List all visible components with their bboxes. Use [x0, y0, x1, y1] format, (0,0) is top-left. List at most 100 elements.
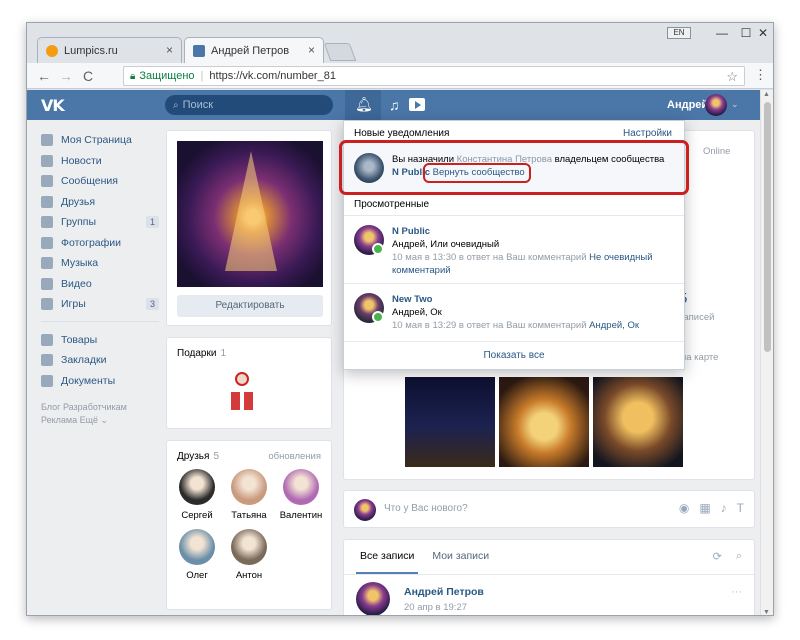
friend-avatar	[231, 469, 267, 505]
news-icon	[41, 154, 53, 167]
tab-close-icon[interactable]: ×	[166, 43, 173, 57]
sidebar-item-label: Закладки	[61, 354, 107, 367]
search-input[interactable]: ⌕ Поиск	[165, 95, 333, 115]
vk-logo[interactable]: VK	[41, 96, 65, 115]
tab-lumpics[interactable]: Lumpics.ru ×	[37, 37, 182, 63]
gifts-title[interactable]: Подарки 1	[177, 348, 226, 359]
bell-icon: 🔔︎	[355, 96, 373, 112]
sidebar-item-label: Группы	[61, 216, 96, 229]
friend-avatar	[231, 529, 267, 565]
photo-thumbnail[interactable]	[405, 377, 495, 467]
sidebar-item[interactable]: Друзья	[41, 192, 159, 213]
friends-icon	[41, 195, 53, 208]
photo-thumbnail[interactable]	[593, 377, 683, 467]
address-separator: |	[200, 70, 204, 82]
edit-profile-button[interactable]: Редактировать	[177, 295, 323, 317]
friend-item[interactable]: Татьяна	[223, 469, 275, 521]
user-name[interactable]: Андрей	[667, 99, 708, 111]
camera-icon[interactable]: ◉	[679, 501, 689, 515]
sidebar-item[interactable]: Сообщения	[41, 171, 159, 192]
seen-section-title: Просмотренные	[354, 199, 430, 210]
new-post-box[interactable]: Что у Вас нового? ◉ ▦ ♪ T	[343, 490, 755, 528]
friend-name: Антон	[235, 570, 263, 581]
photo-thumbnail[interactable]	[499, 377, 589, 467]
scroll-up-icon[interactable]: ▲	[763, 91, 770, 98]
reply-badge-icon	[372, 311, 384, 323]
tab-vk[interactable]: Андрей Петров ×	[184, 37, 324, 63]
wall-post-date[interactable]: 20 апр в 19:27	[404, 602, 467, 613]
tab-strip: Lumpics.ru × Андрей Петров × EN — ☐ ✕	[27, 23, 773, 63]
games-icon	[41, 298, 53, 311]
sidebar-item[interactable]: Фотографии	[41, 233, 159, 254]
reload-button[interactable]: C	[79, 67, 97, 85]
wall-post-avatar[interactable]	[356, 582, 390, 615]
friend-avatar	[179, 469, 215, 505]
chevron-down-icon[interactable]: ⌄	[731, 99, 739, 110]
scrollbar-thumb[interactable]	[764, 102, 771, 352]
wall-post-author[interactable]: Андрей Петров	[404, 586, 484, 598]
sidebar-item[interactable]: Новости	[41, 151, 159, 172]
footer-links[interactable]: Реклама Ещё ⌄	[41, 414, 159, 427]
forward-button[interactable]: →	[57, 67, 75, 85]
user-avatar[interactable]	[705, 94, 727, 116]
video-icon[interactable]	[409, 98, 425, 111]
search-icon[interactable]: ⌕	[736, 550, 742, 563]
sidebar-item[interactable]: Моя Страница	[41, 130, 159, 151]
sidebar-divider	[41, 320, 159, 322]
notif-group-link[interactable]: New Two	[392, 294, 432, 305]
friend-item[interactable]: Олег	[171, 529, 223, 581]
tab-all-posts[interactable]: Все записи	[356, 540, 419, 574]
page-scrollbar[interactable]: ▲ ▼	[760, 90, 773, 615]
profile-card: Редактировать	[166, 130, 332, 326]
new-tab-button[interactable]	[323, 43, 357, 61]
close-window-button[interactable]: ✕	[751, 23, 773, 43]
notification-seen[interactable]: N Public Андрей, Или очевидный 10 мая в …	[344, 215, 684, 283]
friend-item[interactable]: Антон	[223, 529, 275, 581]
notif-group-link[interactable]: N Public	[392, 226, 430, 237]
goods-icon	[41, 333, 53, 346]
refresh-icon[interactable]: ⟳	[713, 550, 722, 563]
address-bar[interactable]: 🔒︎ Защищено | https://vk.com/number_81 ☆	[123, 66, 745, 86]
sidebar-item[interactable]: Видео	[41, 274, 159, 295]
sidebar-footer[interactable]: Блог Разработчикам Реклама Ещё ⌄	[41, 401, 159, 427]
notification-text: New Two Андрей, Ок 10 мая в 13:29 в отве…	[392, 293, 639, 332]
sidebar-item[interactable]: Документы	[41, 371, 159, 392]
sidebar-item[interactable]: Закладки	[41, 350, 159, 371]
sidebar-item[interactable]: Музыка	[41, 253, 159, 274]
music-note-icon[interactable]: ♪	[721, 501, 727, 515]
film-icon[interactable]: ▦	[699, 501, 710, 515]
vk-header: VK ⌕ Поиск 🔔︎ ♫ Андрей ⌄	[27, 90, 762, 120]
sidebar-item[interactable]: Товары	[41, 330, 159, 351]
post-placeholder[interactable]: Что у Вас нового?	[384, 503, 468, 514]
scroll-down-icon[interactable]: ▼	[763, 609, 770, 615]
notifications-settings-link[interactable]: Настройки	[623, 128, 672, 139]
friend-item[interactable]: Сергей	[171, 469, 223, 521]
sidebar-item-label: Моя Страница	[61, 134, 132, 147]
bookmarks-icon	[41, 354, 53, 367]
text-format-icon[interactable]: T	[737, 501, 744, 515]
page-viewport: VK ⌕ Поиск 🔔︎ ♫ Андрей ⌄ Моя Страница Нов…	[27, 90, 762, 615]
gift-image[interactable]	[227, 370, 257, 414]
browser-menu-icon[interactable]: ⋮	[754, 67, 767, 83]
friend-item[interactable]: Валентин	[275, 469, 327, 521]
notifications-button[interactable]: 🔔︎	[345, 90, 381, 120]
more-icon[interactable]: ···	[731, 586, 742, 598]
notif-comment-link[interactable]: Андрей, Ок	[589, 320, 639, 331]
profile-photo[interactable]	[177, 141, 323, 287]
friends-updates-link[interactable]: обновления	[268, 451, 321, 462]
browser-window: Lumpics.ru × Андрей Петров × EN — ☐ ✕ ← …	[26, 22, 774, 616]
tab-title: Lumpics.ru	[64, 44, 118, 57]
tab-close-icon[interactable]: ×	[308, 43, 315, 57]
back-button[interactable]: ←	[35, 67, 53, 85]
show-all-link[interactable]: Показать все	[344, 341, 684, 369]
music-icon[interactable]: ♫	[389, 97, 400, 113]
url-text: https://vk.com/number_81	[209, 70, 336, 82]
footer-links[interactable]: Блог Разработчикам	[41, 401, 159, 414]
friends-title[interactable]: Друзья 5	[177, 451, 219, 462]
map-link[interactable]: на карте	[681, 352, 718, 363]
bookmark-star-icon[interactable]: ☆	[726, 69, 738, 85]
sidebar-item[interactable]: Игры 3	[41, 294, 159, 315]
notification-seen[interactable]: New Two Андрей, Ок 10 мая в 13:29 в отве…	[344, 283, 684, 343]
tab-my-posts[interactable]: Мои записи	[428, 540, 493, 574]
sidebar-item[interactable]: Группы 1	[41, 212, 159, 233]
